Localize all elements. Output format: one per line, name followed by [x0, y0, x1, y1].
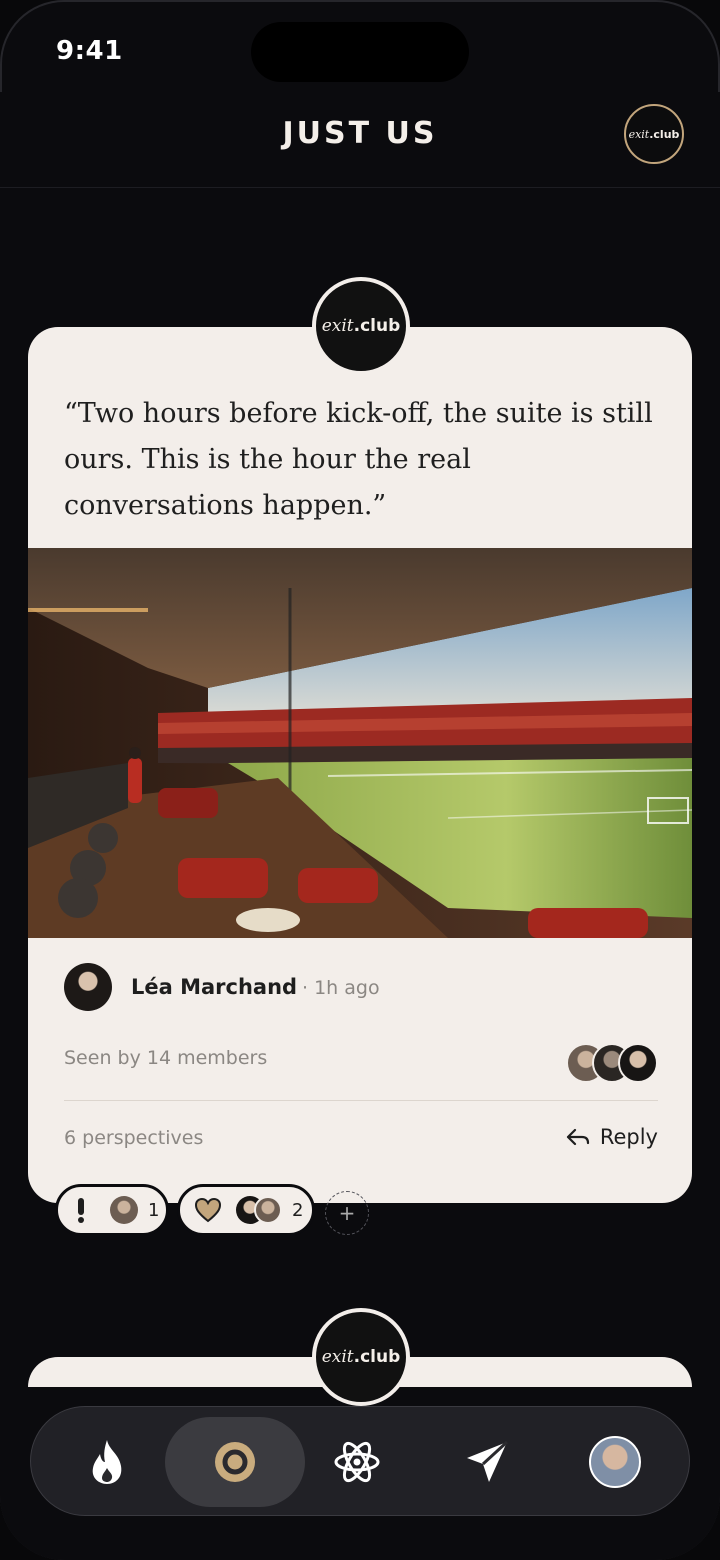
club-logo-button[interactable]: exit .club — [624, 104, 684, 164]
heart-icon — [194, 1197, 222, 1223]
nav-item-feed[interactable] — [37, 1417, 177, 1507]
badge-italic: exit — [321, 1347, 354, 1367]
add-reaction-button[interactable]: + — [325, 1191, 369, 1235]
badge-bold: .club — [353, 1347, 401, 1367]
card-footer: 6 perspectives Reply — [64, 1125, 658, 1155]
circle-icon — [215, 1442, 255, 1482]
post-time: · 1h ago — [302, 977, 380, 999]
nav-item-messages[interactable] — [417, 1417, 557, 1507]
reaction-count: 1 — [148, 1199, 160, 1221]
send-icon — [467, 1440, 509, 1482]
reaction-count: 2 — [292, 1199, 304, 1221]
nav-item-profile[interactable] — [545, 1417, 685, 1507]
reply-button[interactable]: Reply — [566, 1125, 658, 1149]
post-card[interactable]: “Two hours before kick-off, the suite is… — [28, 327, 692, 1203]
nav-item-circle[interactable] — [165, 1417, 305, 1507]
reactor-avatar — [110, 1196, 138, 1224]
stadium-suite-image — [28, 548, 692, 938]
author-name[interactable]: Léa Marchand — [131, 975, 297, 999]
seen-avatars[interactable] — [566, 1043, 658, 1083]
next-post-brand-badge[interactable]: exit .club — [312, 1308, 410, 1406]
status-time: 9:41 — [56, 36, 123, 66]
card-divider — [64, 1100, 658, 1101]
reaction-chip-heart[interactable]: 2 — [177, 1184, 315, 1236]
atom-icon — [334, 1441, 380, 1483]
reactor-avatar — [254, 1196, 282, 1224]
app-header: JUST US exit .club — [0, 92, 720, 188]
reaction-chip-exclamation[interactable]: 1 — [55, 1184, 169, 1236]
viewer-avatar — [618, 1043, 658, 1083]
flame-icon — [92, 1440, 122, 1484]
logo-italic: exit — [628, 127, 650, 141]
author-row: Léa Marchand · 1h ago — [64, 963, 664, 1013]
badge-bold: .club — [353, 316, 401, 336]
logo-bold: .club — [649, 127, 680, 141]
reply-icon — [566, 1128, 589, 1146]
author-avatar[interactable] — [64, 963, 112, 1011]
badge-italic: exit — [321, 316, 354, 336]
phone-screen: 9:41 JUST US exit .club “Two hours before… — [0, 0, 720, 1560]
profile-avatar — [589, 1436, 641, 1488]
seen-row: Seen by 14 members — [64, 1043, 658, 1083]
reply-label: Reply — [599, 1125, 658, 1149]
bottom-nav — [30, 1406, 690, 1516]
perspectives-count[interactable]: 6 perspectives — [64, 1127, 203, 1149]
exclamation-icon — [78, 1198, 84, 1223]
seen-by-text: Seen by 14 members — [64, 1047, 268, 1069]
post-brand-badge[interactable]: exit .club — [312, 277, 410, 375]
post-photo[interactable] — [28, 548, 692, 938]
dynamic-island — [251, 22, 469, 82]
nav-item-discover[interactable] — [287, 1417, 427, 1507]
post-quote: “Two hours before kick-off, the suite is… — [64, 398, 653, 521]
page-title: JUST US — [282, 116, 438, 151]
